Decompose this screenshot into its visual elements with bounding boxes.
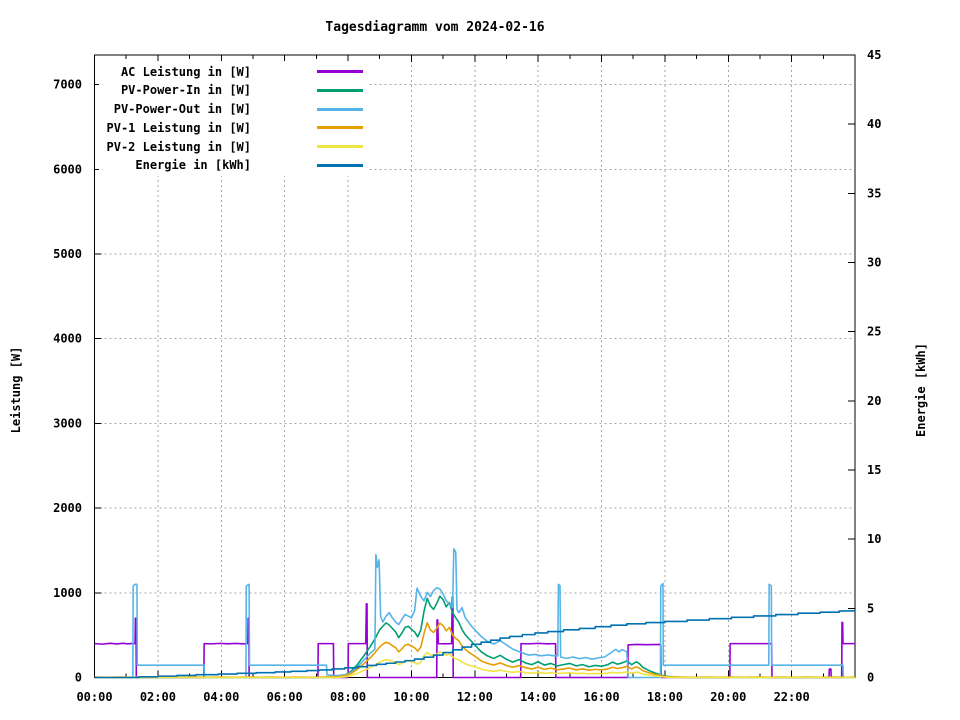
x-tick-label: 10:00 (393, 690, 429, 704)
x-tick-label: 16:00 (583, 690, 619, 704)
legend-label: PV-2 Leistung in [W] (106, 139, 252, 154)
legend-label: PV-Power-Out in [W] (113, 102, 251, 117)
legend: AC Leistung in [W] PV-Power-In in [W] PV… (99, 61, 367, 176)
y-tick-label: 1000 (53, 586, 82, 600)
tagesdiagramm-chart: 00:00 02:00 04:00 06:00 08:00 10:00 12:00 14:00… (0, 0, 960, 720)
y-tick-label: 2000 (53, 501, 82, 515)
legend-item-pv1: PV-1 Leistung in [W] (99, 119, 367, 136)
y-axis-label: Leistung [W] (9, 346, 23, 434)
y2-tick-label: 15 (867, 463, 881, 477)
legend-line-sample (317, 163, 363, 167)
legend-item-pv-out: PV-Power-Out in [W] (99, 101, 367, 118)
legend-label: PV-Power-In in [W] (120, 83, 251, 98)
series-pv-out-line (94, 547, 855, 679)
y2-axis-label: Energie [kWh] (914, 343, 928, 437)
y2-tick-label: 20 (867, 394, 881, 408)
y2-tick-label: 10 (867, 532, 881, 546)
x-tick-label: 02:00 (140, 690, 176, 704)
y-tick-label: 7000 (53, 78, 82, 92)
legend-item-pv2: PV-2 Leistung in [W] (99, 138, 367, 155)
legend-item-energie: Energie in [kWh] (99, 157, 367, 174)
x-tick-label: 06:00 (267, 690, 303, 704)
y-tick-label: 0 (75, 671, 82, 685)
x-tick-label: 22:00 (774, 690, 810, 704)
x-tick-label: 12:00 (457, 690, 493, 704)
x-tick-label: 18:00 (647, 690, 683, 704)
legend-item-pv-in: PV-Power-In in [W] (99, 82, 367, 99)
y-tick-label: 4000 (53, 332, 82, 346)
legend-line-sample (317, 107, 363, 111)
x-tick-label: 04:00 (203, 690, 239, 704)
legend-label: Energie in [kWh] (135, 158, 251, 173)
x-tick-label: 20:00 (710, 690, 746, 704)
y2-tick-label: 25 (867, 325, 881, 339)
y2-tick-label: 0 (867, 671, 874, 685)
legend-line-sample (317, 126, 363, 130)
legend-label: PV-1 Leistung in [W] (106, 120, 252, 135)
legend-item-ac: AC Leistung in [W] (99, 63, 367, 80)
x-tick-label: 08:00 (330, 690, 366, 704)
y-tick-label: 5000 (53, 247, 82, 261)
y2-tick-label: 40 (867, 117, 881, 131)
y2-tick-label: 5 (867, 601, 874, 615)
legend-label: AC Leistung in [W] (120, 64, 251, 79)
chart-title: Tagesdiagramm vom 2024-02-16 (325, 20, 545, 35)
x-tick-label: 14:00 (520, 690, 556, 704)
y-tick-label: 3000 (53, 416, 82, 430)
y2-tick-label: 45 (867, 48, 881, 62)
y2-tick-label: 35 (867, 186, 881, 200)
legend-line-sample (317, 145, 363, 149)
legend-line-sample (317, 88, 363, 92)
x-tick-label: 00:00 (76, 690, 112, 704)
legend-line-sample (317, 70, 363, 73)
y2-tick-label: 30 (867, 256, 881, 270)
y-tick-label: 6000 (53, 162, 82, 176)
